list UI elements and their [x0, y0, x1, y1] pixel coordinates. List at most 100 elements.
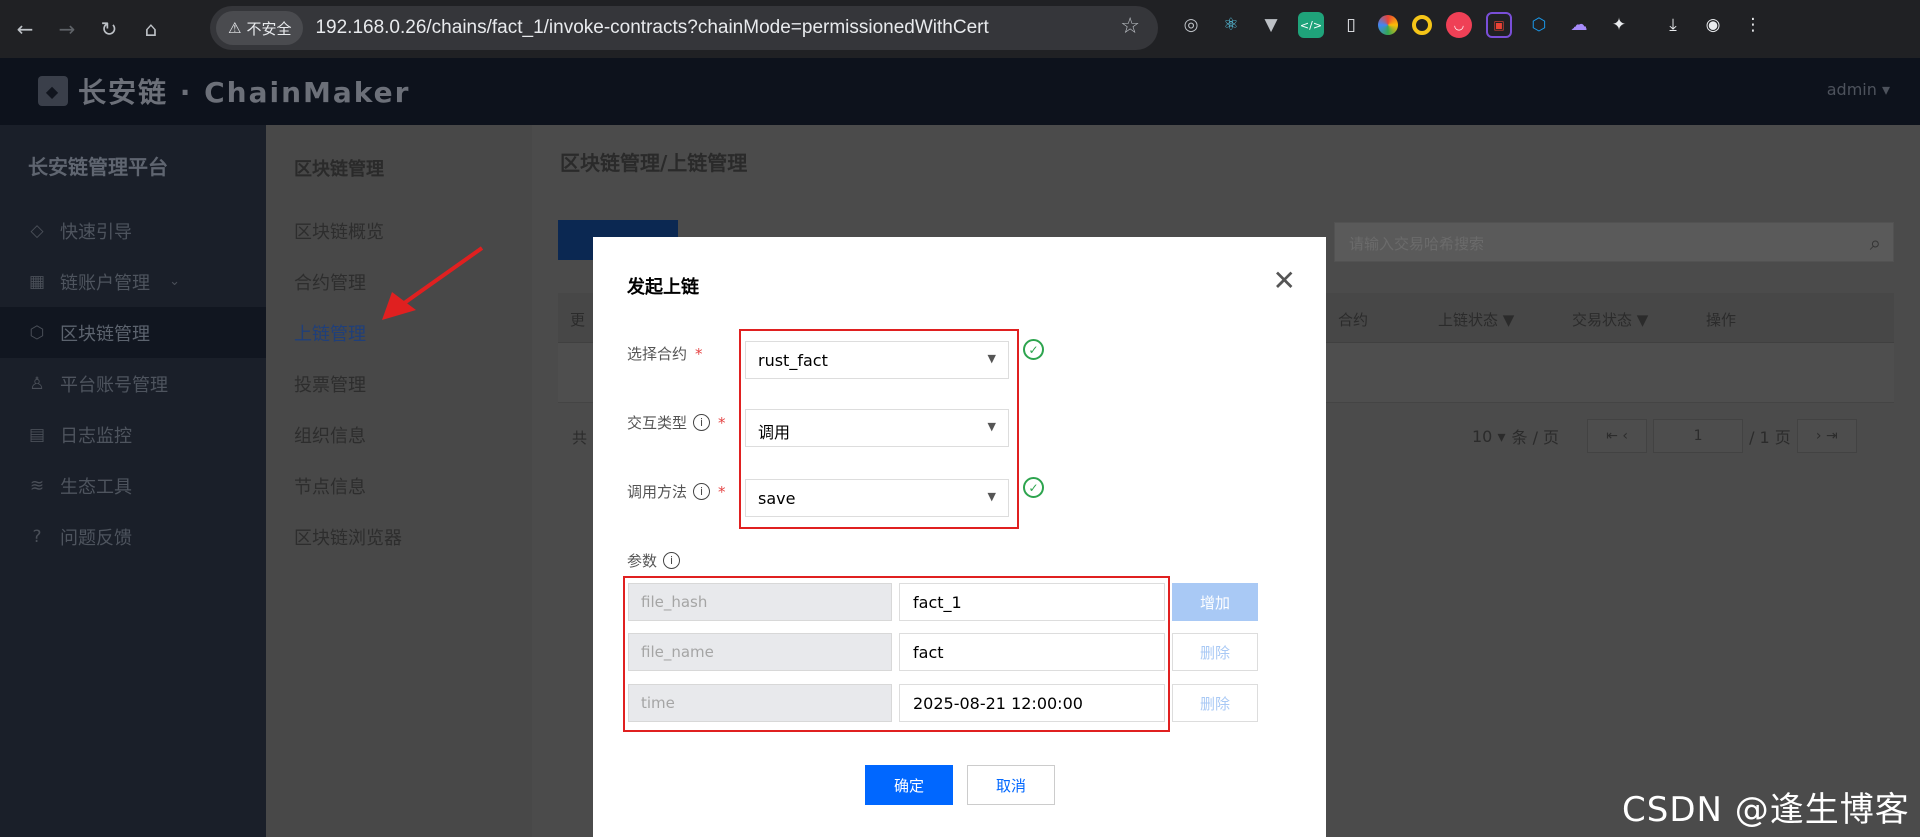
- contract-select[interactable]: rust_fact ▼: [745, 341, 1009, 379]
- param-value-field[interactable]: 2025-08-21 12:00:00: [899, 684, 1165, 722]
- info-icon[interactable]: i: [693, 483, 711, 500]
- user-menu[interactable]: admin ▾: [1827, 80, 1890, 99]
- react-extension-icon[interactable]: ⚛: [1218, 12, 1244, 38]
- column-header: 更: [570, 311, 586, 329]
- layers-icon: ≋: [29, 475, 45, 496]
- cube-extension-icon[interactable]: ⬡: [1526, 12, 1552, 38]
- sidebar-item-quickstart[interactable]: ◇ 快速引导: [0, 205, 266, 256]
- ring-extension-icon[interactable]: [1412, 15, 1432, 35]
- subnav-item-org-info[interactable]: 组织信息: [266, 409, 532, 460]
- sidebar-item-eco-tools[interactable]: ≋ 生态工具: [0, 460, 266, 511]
- confirm-button[interactable]: 确定: [865, 765, 953, 805]
- chain-icon: ⬡: [29, 322, 45, 343]
- onchain-modal: 发起上链 ✕ 选择合约 * rust_fact ▼ ✓ 交互类型 i * 调用 ▼ 调用方…: [593, 237, 1326, 837]
- filter-icon[interactable]: ▼: [1637, 311, 1649, 329]
- sidebar-item-platform-accounts[interactable]: ♙ 平台账号管理: [0, 358, 266, 409]
- page-number-input[interactable]: 1: [1653, 419, 1744, 453]
- profile-icon[interactable]: ◉: [1700, 12, 1726, 38]
- sidebar-item-label: 日志监控: [60, 425, 132, 447]
- annotation-arrow: [382, 246, 484, 320]
- watermark: CSDN @逢生博客: [1622, 790, 1910, 830]
- total-count: 共: [572, 429, 588, 447]
- reload-icon[interactable]: ↻: [92, 12, 126, 46]
- param-value-field[interactable]: fact: [899, 633, 1165, 671]
- subnav-item-explorer[interactable]: 区块链浏览器: [266, 511, 532, 562]
- info-icon[interactable]: i: [663, 552, 681, 569]
- sidebar-title: 长安链管理平台: [28, 155, 168, 179]
- phone-extension-icon[interactable]: ▯: [1338, 12, 1364, 38]
- add-param-button[interactable]: 增加: [1172, 583, 1258, 621]
- address-bar[interactable]: ⚠ 不安全 192.168.0.26/chains/fact_1/invoke-…: [210, 6, 1158, 50]
- delete-param-button[interactable]: 删除: [1172, 633, 1258, 671]
- logo-shield-icon: ◆: [38, 76, 68, 106]
- extensions-bar: ◎ ⚛ ▼ </> ▯ ◡ ▣ ⬡ ☁ ✦ ⤓ ◉ ⋮: [1178, 12, 1766, 38]
- screenshot-extension-icon[interactable]: ▣: [1486, 12, 1512, 38]
- method-label: 调用方法 i *: [627, 482, 726, 502]
- search-icon[interactable]: ⌕: [1870, 231, 1881, 255]
- chevron-down-icon: ▼: [987, 352, 996, 365]
- check-circle-icon: ✓: [1023, 339, 1044, 360]
- download-icon[interactable]: ⤓: [1660, 12, 1686, 38]
- sidebar-item-label: 链账户管理: [60, 272, 150, 294]
- url-text[interactable]: 192.168.0.26/chains/fact_1/invoke-contra…: [315, 17, 988, 39]
- close-icon[interactable]: ✕: [1273, 267, 1296, 295]
- param-key-field[interactable]: file_name: [628, 633, 892, 671]
- tx-hash-search-input[interactable]: 请输入交易哈希搜索 ⌕: [1334, 222, 1894, 262]
- column-header-chain-status[interactable]: 上链状态 ▼: [1438, 309, 1514, 330]
- param-key-field[interactable]: time: [628, 684, 892, 722]
- sidebar-item-label: 问题反馈: [60, 527, 132, 549]
- back-icon[interactable]: ←: [8, 12, 42, 46]
- browser-menu-icon[interactable]: ⋮: [1740, 12, 1766, 38]
- subnav-item-node-info[interactable]: 节点信息: [266, 460, 532, 511]
- param-key-field[interactable]: file_hash: [628, 583, 892, 621]
- user-icon: ♙: [29, 373, 45, 394]
- sidebar-item-chain-accounts[interactable]: ▦ 链账户管理 ⌄: [0, 256, 266, 307]
- forward-icon[interactable]: →: [50, 12, 84, 46]
- interaction-type-select[interactable]: 调用 ▼: [745, 409, 1009, 447]
- column-header-tx-status[interactable]: 交易状态 ▼: [1572, 309, 1648, 330]
- sidebar-item-feedback[interactable]: ? 问题反馈: [0, 511, 266, 562]
- account-icon: ▦: [28, 271, 46, 292]
- sidebar-item-label: 区块链管理: [60, 323, 150, 345]
- page-title: 区块链管理/上链管理: [560, 151, 748, 175]
- browser-toolbar: ← → ↻ ⌂ ⚠ 不安全 192.168.0.26/chains/fact_1…: [0, 0, 1920, 58]
- security-chip[interactable]: ⚠ 不安全: [216, 11, 304, 45]
- page-nav-prev[interactable]: ⇤ ‹: [1587, 419, 1648, 453]
- log-icon: ▤: [28, 424, 46, 445]
- delete-param-button[interactable]: 删除: [1172, 684, 1258, 722]
- puzzle-extension-icon[interactable]: ✦: [1606, 12, 1632, 38]
- ghost-extension-icon[interactable]: ☁: [1566, 12, 1592, 38]
- target-extension-icon[interactable]: ◎: [1178, 12, 1204, 38]
- column-header-action: 操作: [1706, 311, 1737, 329]
- sidebar: 长安链管理平台 ◇ 快速引导 ▦ 链账户管理 ⌄ ⬡ 区块链管理 ♙ 平台账号管理 ▤ 日志…: [0, 125, 266, 837]
- sidebar-item-label: 生态工具: [60, 476, 132, 498]
- help-icon: ?: [32, 526, 42, 547]
- chevron-down-icon: ▾: [1881, 80, 1890, 99]
- code-extension-icon[interactable]: </>: [1298, 12, 1324, 38]
- sidebar-item-chain-management[interactable]: ⬡ 区块链管理: [0, 307, 266, 358]
- method-select[interactable]: save ▼: [745, 479, 1009, 517]
- pocket-extension-icon[interactable]: ◡: [1446, 12, 1472, 38]
- chevron-down-icon: ▼: [987, 490, 996, 503]
- cancel-button[interactable]: 取消: [967, 765, 1055, 805]
- filter-icon[interactable]: ▼: [1503, 311, 1515, 329]
- subnav-item-voting[interactable]: 投票管理: [266, 358, 532, 409]
- logo[interactable]: ◆ 长安链 · ChainMaker: [38, 71, 410, 111]
- vue-extension-icon[interactable]: ▼: [1258, 12, 1284, 38]
- chevron-down-icon: ▼: [987, 420, 996, 433]
- param-value-field[interactable]: fact_1: [899, 583, 1165, 621]
- app-header: ◆ 长安链 · ChainMaker admin ▾: [0, 58, 1920, 125]
- search-placeholder: 请输入交易哈希搜索: [1349, 235, 1485, 253]
- params-label: 参数 i: [627, 550, 681, 571]
- bookmark-star-icon[interactable]: ☆: [1120, 14, 1140, 39]
- column-header-contract: 合约: [1338, 311, 1369, 329]
- page-nav-next[interactable]: › ⇥: [1796, 419, 1857, 453]
- user-name: admin: [1826, 80, 1877, 99]
- chevron-down-icon: ⌄: [169, 274, 180, 289]
- info-icon[interactable]: i: [693, 414, 711, 431]
- page-size-select[interactable]: 10 ▾: [1472, 427, 1505, 446]
- home-icon[interactable]: ⌂: [134, 12, 168, 46]
- color-wheel-extension-icon[interactable]: [1378, 15, 1398, 35]
- sidebar-item-log-monitor[interactable]: ▤ 日志监控: [0, 409, 266, 460]
- logo-text: 长安链 · ChainMaker: [78, 76, 411, 109]
